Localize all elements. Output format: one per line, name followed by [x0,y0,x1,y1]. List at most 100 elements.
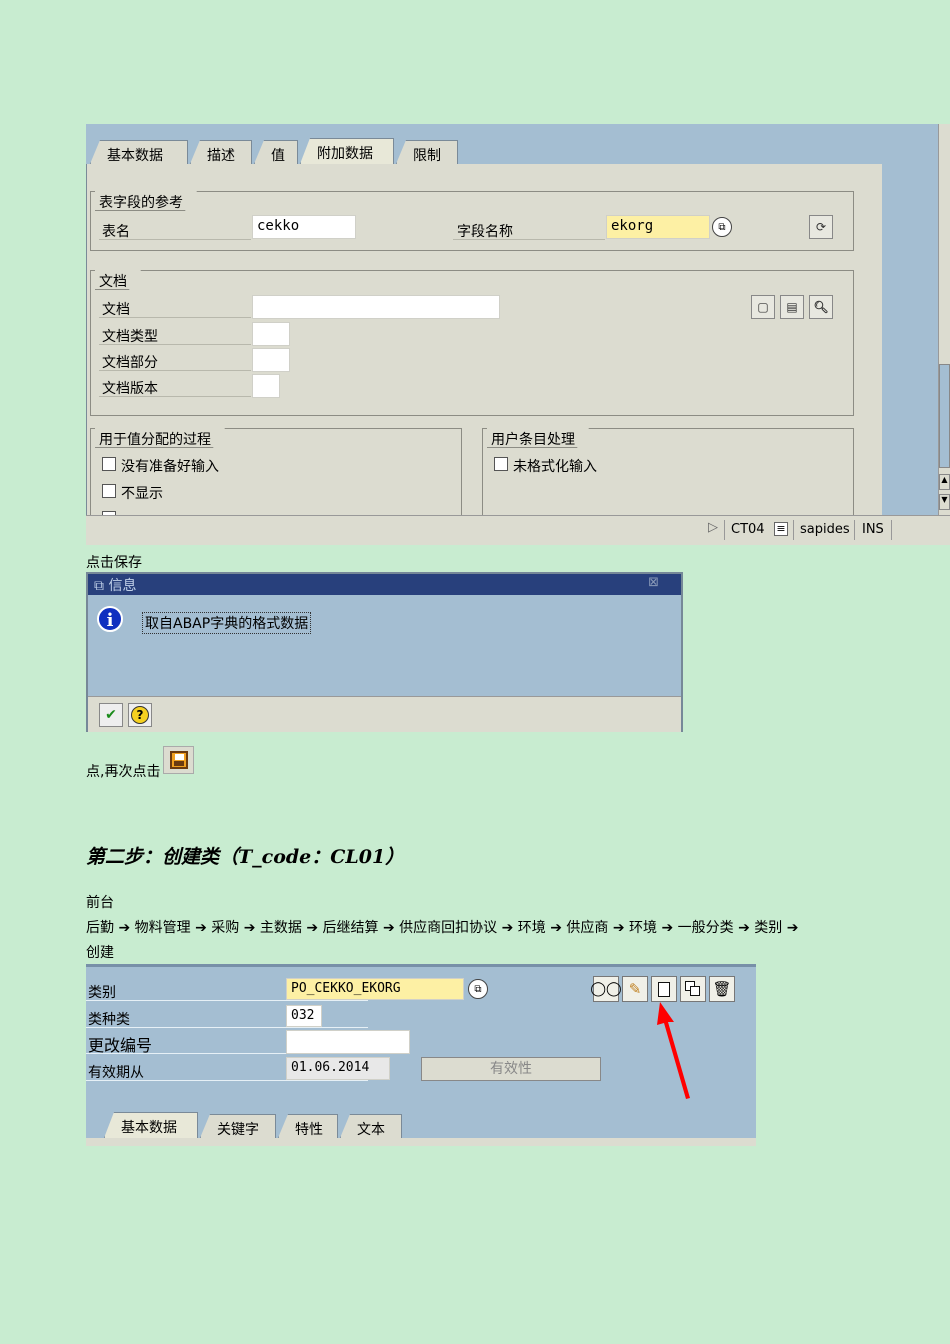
insert-mode-status: INS [862,522,884,537]
info-icon: i [97,606,123,632]
label-underline [99,396,251,397]
original-icon[interactable]: ▤ [780,295,804,319]
document-version-label: 文档版本 [102,381,158,397]
tcode-status: CT04 [731,522,765,537]
group-value-assignment: 用于值分配的过程 没有准备好输入 不显示 [90,428,462,525]
label-underline [99,239,251,240]
tab-restrictions[interactable]: 限制 [396,140,458,164]
class-field[interactable]: PO_CEKKO_EKORG [286,978,464,1000]
class-type-label: 类种类 [88,1012,130,1028]
validity-button[interactable]: 有效性 [421,1057,601,1081]
confirm-check-icon[interactable]: ✔ [99,703,123,727]
help-icon[interactable]: ? [128,703,152,727]
valid-from-field[interactable]: 01.06.2014 [286,1057,390,1080]
create-new-icon[interactable] [651,976,677,1002]
screenshot-create-class: 类别 PO_CEKKO_EKORG ⧉ 类种类 032 更改编号 有效期从 01… [86,964,756,1146]
caption-click-again: 点,再次点击 [86,764,161,780]
tab-texts[interactable]: 文本 [340,1114,402,1138]
tab-keywords[interactable]: 关键字 [200,1114,276,1138]
tab-basic-data[interactable]: 基本数据 [90,140,188,164]
display-glasses-icon[interactable]: ◯◯ [590,976,622,1002]
scroll-thumb[interactable] [939,364,950,468]
class-type-field[interactable]: 032 [286,1005,322,1027]
copy-icon[interactable] [680,976,706,1002]
group-user-entry: 用户条目处理 未格式化输入 [482,428,854,523]
expand-status-icon[interactable]: ▷ [708,520,718,535]
row-divider [86,1000,368,1001]
tab-strip: 基本数据 关键字 特性 文本 [86,1112,756,1138]
group-title: 表字段的参考 [95,191,197,211]
tab-panel: 表字段的参考 表名 cekko 字段名称 ekorg ⧉ ⟳ 文档 文档 文档类… [86,164,882,525]
document-part-label: 文档部分 [102,355,158,371]
nav-line-3: 创建 [86,945,114,961]
refresh-icon[interactable]: ⟳ [809,215,833,239]
group-title: 用于值分配的过程 [95,428,225,448]
label-underline [99,344,251,345]
top-border [86,964,756,967]
not-ready-label: 没有准备好输入 [121,459,219,475]
document-label: 文档 [102,302,130,318]
save-icon[interactable] [163,746,194,774]
class-label: 类别 [88,985,116,1001]
screenshot-char-edit: 基本数据 描述 值 附加数据 限制 表字段的参考 表名 cekko 字段名称 e… [86,124,950,545]
tab-description[interactable]: 描述 [190,140,252,164]
list-icon[interactable]: ≡ [774,522,788,536]
tab-panel-edge [86,1138,756,1146]
field-name-label: 字段名称 [457,224,513,240]
scroll-down-icon[interactable]: ▼ [939,494,950,510]
server-status: sapides [800,522,850,537]
f4-help-icon[interactable]: ⧉ [712,217,732,237]
dialog-message: 取自ABAP字典的格式数据 [142,612,312,634]
dialog-button-row: ✔ ? [88,696,681,732]
info-dialog: ⧉ 信息 ⊠ i 取自ABAP字典的格式数据 ✔ ? [86,572,683,732]
close-icon[interactable]: ⊠ [648,575,659,590]
divider [854,520,855,540]
divider [724,520,725,540]
no-display-label: 不显示 [121,486,163,502]
group-field-reference: 表字段的参考 表名 cekko 字段名称 ekorg ⧉ ⟳ [90,191,854,251]
document-version-field[interactable] [252,374,280,398]
caption-click-save: 点击保存 [86,555,142,571]
red-arrow-annotation [657,1002,690,1099]
label-underline [99,317,251,318]
table-name-field[interactable]: cekko [252,215,356,239]
display-document-icon[interactable]: ▢ [751,295,775,319]
tab-values[interactable]: 值 [254,140,298,164]
unformatted-checkbox[interactable] [494,457,508,471]
divider [793,520,794,540]
tab-strip: 基本数据 描述 值 附加数据 限制 [86,138,950,164]
binoculars-icon[interactable]: 🔍︎ [809,295,833,319]
change-number-field[interactable] [286,1030,410,1054]
document-type-label: 文档类型 [102,329,158,345]
label-underline [453,239,605,240]
change-pencil-icon[interactable]: ✎ [622,976,648,1002]
row-divider [86,1027,368,1028]
nav-line-1: 前台 [86,895,114,911]
document-type-field[interactable] [252,322,290,346]
document-part-field[interactable] [252,348,290,372]
divider [891,520,892,540]
group-document: 文档 文档 文档类型 文档部分 文档版本 ▢ ▤ 🔍︎ [90,270,854,416]
delete-trash-icon[interactable]: 🗑︎ [709,976,735,1002]
f4-help-icon[interactable]: ⧉ [468,979,488,999]
tab-additional-data[interactable]: 附加数据 [300,138,394,164]
document-field[interactable] [252,295,500,319]
dialog-title-bar: ⧉ 信息 ⊠ [88,574,681,595]
status-bar: ▷ CT04 ≡ sapides INS [86,515,950,545]
field-name-field[interactable]: ekorg [606,215,710,239]
unformatted-label: 未格式化输入 [513,459,597,475]
label-underline [99,370,251,371]
dialog-title: 信息 [108,578,137,594]
tab-characteristics[interactable]: 特性 [278,1114,338,1138]
group-title: 用户条目处理 [487,428,589,448]
vertical-scrollbar[interactable]: ▲ ▼ [938,124,950,515]
scroll-up-icon[interactable]: ▲ [939,474,950,490]
step-heading: 第二步：创建类（T_code：CL01） [86,846,405,868]
no-display-checkbox[interactable] [102,484,116,498]
valid-from-label: 有效期从 [88,1065,144,1081]
not-ready-checkbox[interactable] [102,457,116,471]
tab-basic-data[interactable]: 基本数据 [104,1112,198,1138]
nav-line-2: 后勤 ➔ 物料管理 ➔ 采购 ➔ 主数据 ➔ 后继结算 ➔ 供应商回扣协议 ➔ … [86,920,799,936]
row-divider [86,1080,368,1081]
table-name-label: 表名 [102,224,130,240]
